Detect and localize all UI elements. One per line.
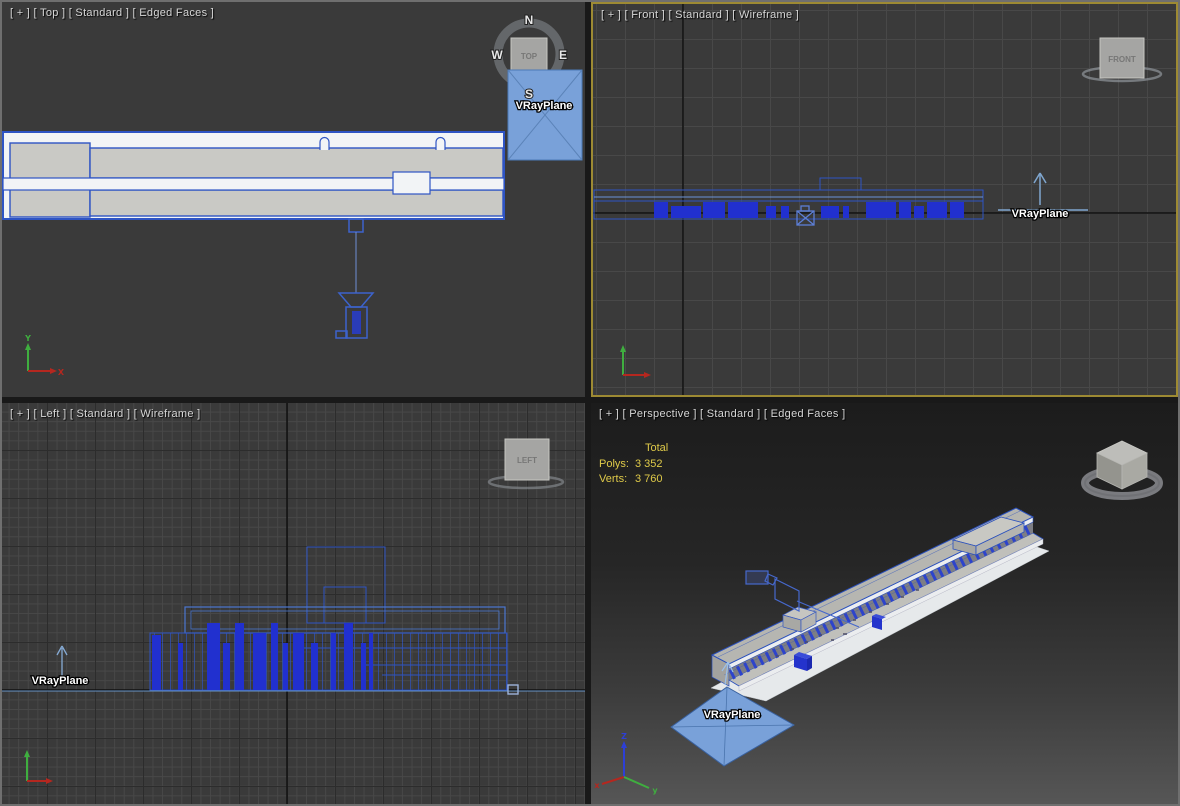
building-model[interactable] — [711, 508, 1049, 701]
vrayplane-label: VRayPlane — [516, 100, 573, 112]
compass-west[interactable]: W — [491, 48, 503, 62]
viewport-left-label[interactable]: [ + ] [ Left ] [ Standard ] [ Wireframe … — [10, 408, 201, 420]
viewport-perspective[interactable]: [ + ] [ Perspective ] [ Standard ] [ Edg… — [591, 403, 1178, 804]
vrayplane-gizmo[interactable] — [508, 70, 582, 160]
viewport-top[interactable]: [ + ] [ Top ] [ Standard ] [ Edged Faces… — [2, 2, 585, 397]
statistics-total-header: Total — [645, 442, 668, 454]
viewcube[interactable] — [1085, 441, 1159, 496]
statistics-verts-value: 3 760 — [635, 473, 663, 485]
viewport-front[interactable]: [ + ] [ Front ] [ Standard ] [ Wireframe… — [591, 2, 1178, 397]
world-axis-tripod — [620, 345, 651, 378]
compass-south[interactable]: S — [525, 87, 533, 101]
vrayplane-label: VRayPlane — [704, 709, 761, 721]
camera-gizmo[interactable] — [336, 219, 373, 338]
world-axis-tripod — [24, 750, 53, 784]
statistics-polys-label: Polys: — [599, 458, 629, 470]
axis-y-label: Y — [24, 334, 31, 343]
building-plan[interactable] — [3, 132, 504, 219]
vrayplane-gizmo[interactable]: VRayPlane — [32, 646, 89, 687]
axis-x-label: X — [58, 368, 65, 377]
axis-z-label: Z — [621, 732, 627, 741]
axis-y-label: y — [652, 786, 658, 795]
viewport-perspective-label[interactable]: [ + ] [ Perspective ] [ Standard ] [ Edg… — [599, 408, 845, 420]
viewport-left-canvas: VRayPlane LEFT — [2, 403, 585, 804]
viewport-front-label[interactable]: [ + ] [ Front ] [ Standard ] [ Wireframe… — [601, 9, 799, 21]
statistics-verts-label: Verts: — [599, 473, 627, 485]
camera-gizmo[interactable] — [797, 206, 814, 225]
compass-north[interactable]: N — [525, 13, 534, 27]
viewcube-face-label: TOP — [521, 52, 538, 61]
viewcube-face-label: LEFT — [517, 456, 537, 465]
viewport-top-canvas: TOP N W E S VRayPlane Y X — [2, 2, 585, 397]
home-grid-axes — [593, 4, 1176, 395]
viewcube[interactable]: LEFT — [489, 439, 563, 488]
viewcube-face-label: FRONT — [1108, 55, 1136, 64]
axis-x-label: x — [594, 781, 600, 790]
viewport-perspective-canvas: VRayPlane Z x y — [591, 403, 1178, 804]
building-wireframe[interactable] — [150, 547, 507, 690]
home-grid-axes — [2, 403, 585, 804]
world-axis-tripod: Z x y — [594, 732, 658, 795]
vrayplane-label: VRayPlane — [32, 675, 89, 687]
viewport-front-canvas: VRayPlane FRONT — [593, 4, 1176, 395]
statistics-polys-value: 3 352 — [635, 458, 663, 470]
viewport-layout: [ + ] [ Top ] [ Standard ] [ Edged Faces… — [0, 0, 1180, 806]
vrayplane-label: VRayPlane — [1012, 208, 1069, 220]
viewport-left[interactable]: [ + ] [ Left ] [ Standard ] [ Wireframe … — [2, 403, 585, 804]
viewcube[interactable]: FRONT — [1083, 38, 1161, 81]
viewport-top-label[interactable]: [ + ] [ Top ] [ Standard ] [ Edged Faces… — [10, 7, 214, 19]
compass-east[interactable]: E — [559, 48, 567, 62]
world-axis-tripod: Y X — [24, 334, 65, 377]
